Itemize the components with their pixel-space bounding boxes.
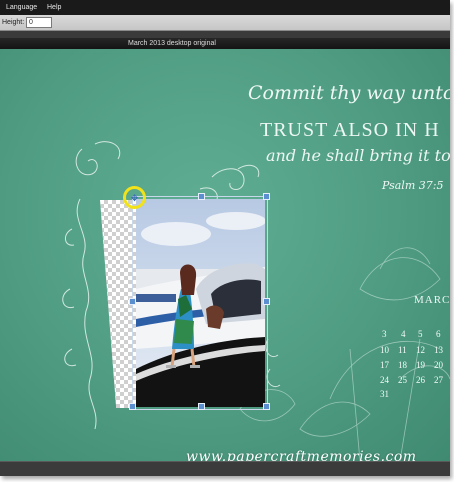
move-arrows-icon[interactable]: ✥ [130,194,139,203]
verse-reference: Psalm 37:5 [382,179,444,192]
calendar-day: 25 [398,375,407,385]
calendar-day: 19 [416,360,425,370]
document-canvas[interactable]: Commit thy way unto the L TRUST ALSO IN … [0,49,450,461]
calendar-day: 17 [380,360,389,370]
horizontal-scrollbar[interactable] [0,461,450,476]
calendar-day: 12 [416,345,425,355]
calendar-day: 10 [380,345,389,355]
transform-bounding-box[interactable] [132,196,268,410]
app-window: Language Help Height: March 2013 desktop… [0,0,450,476]
calendar-day: 5 [418,329,423,339]
calendar-day: 18 [398,360,407,370]
tool-options-bar: Height: [0,15,450,31]
height-label: Height: [2,19,25,26]
calendar-day: 3 [382,329,387,339]
verse-line-1: Commit thy way unto the L [248,82,450,104]
transform-handle-bottom[interactable] [198,403,205,410]
transform-handle-left[interactable] [129,298,136,305]
menu-bar: Language Help [0,0,450,15]
transform-handle-top-right[interactable] [263,193,270,200]
document-title: March 2013 desktop original [128,40,216,47]
calendar-day: 26 [416,375,425,385]
panel-bin-strip [0,31,450,38]
transform-handle-top[interactable] [198,193,205,200]
transform-handle-right[interactable] [263,298,270,305]
calendar-day: 27 [434,375,443,385]
menu-language[interactable]: Language [6,4,37,11]
calendar-day: 13 [434,345,443,355]
calendar-day: 20 [434,360,443,370]
verse-line-3: and he shall bring it to p [266,146,450,165]
calendar-day: 6 [436,329,441,339]
menu-help[interactable]: Help [47,4,61,11]
calendar-day: 11 [398,345,407,355]
calendar-day: 4 [401,329,406,339]
calendar-month: MARC [414,294,450,306]
document-tab[interactable]: March 2013 desktop original [0,38,450,49]
transform-handle-bottom-left[interactable] [129,403,136,410]
height-input[interactable] [26,17,52,28]
watermark-text: www.papercraftmemories.com [186,449,417,461]
calendar-day: 31 [380,389,389,399]
verse-line-2: TRUST ALSO IN H [260,119,440,141]
calendar-day: 24 [380,375,389,385]
transform-handle-bottom-right[interactable] [263,403,270,410]
